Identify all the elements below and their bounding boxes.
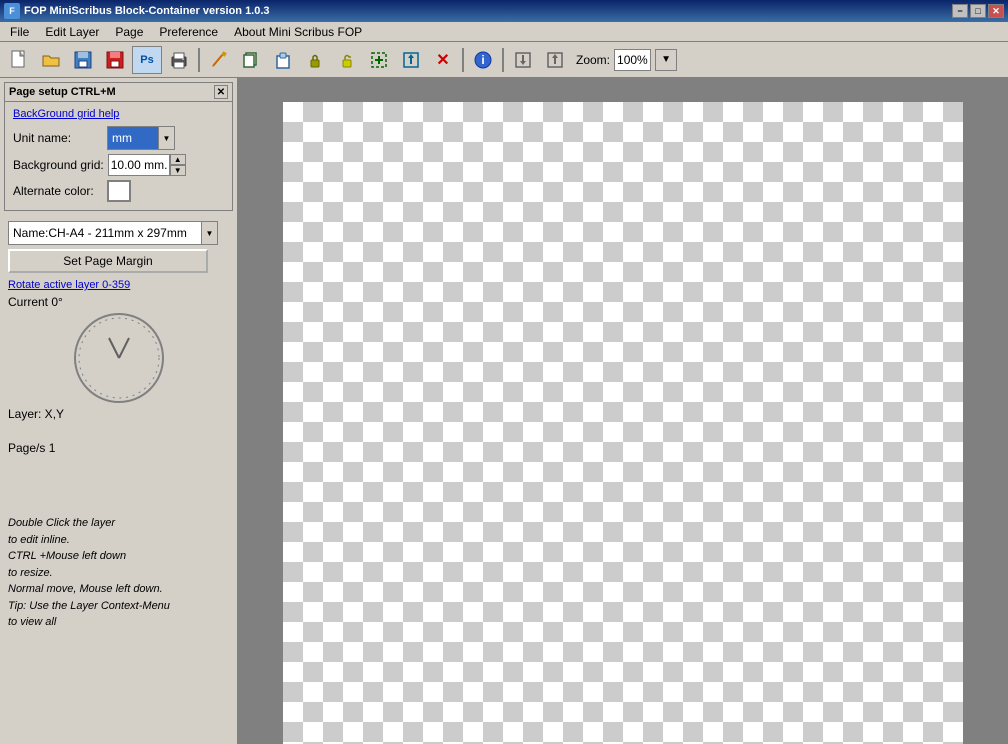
menu-about[interactable]: About Mini Scribus FOP [226, 22, 370, 41]
current-angle: Current 0° [8, 295, 229, 309]
alt-color-row: Alternate color: [13, 180, 224, 202]
alt-color-label: Alternate color: [13, 184, 103, 198]
menu-edit-layer[interactable]: Edit Layer [37, 22, 107, 41]
minimize-button[interactable]: − [952, 4, 968, 18]
photoshop-button[interactable]: Ps [132, 46, 162, 74]
unlock-button[interactable] [332, 46, 362, 74]
menu-bar: File Edit Layer Page Preference About Mi… [0, 22, 1008, 42]
help-text: Double Click the layer to edit inline. C… [8, 515, 229, 631]
rotation-dial[interactable] [74, 313, 164, 403]
bg-grid-down-button[interactable]: ▼ [170, 165, 186, 176]
zoom-control: Zoom: 100% 50% 75% 125% 150% 200% ▼ [576, 49, 677, 71]
panel-title-bar: Page setup CTRL+M ✕ [5, 83, 232, 102]
left-panel: Page setup CTRL+M ✕ BackGround grid help… [0, 78, 238, 744]
page-size-combo[interactable]: Name:CH-A4 - 211mm x 297mm ▼ [8, 221, 218, 245]
canvas-wrapper [238, 78, 1008, 744]
separator-1 [198, 48, 200, 72]
bg-grid-input[interactable] [108, 154, 170, 176]
bg-grid-up-button[interactable]: ▲ [170, 154, 186, 165]
zoom-label: Zoom: [576, 53, 610, 67]
bg-grid-spinner: ▲ ▼ [170, 154, 186, 176]
paste-button[interactable] [268, 46, 298, 74]
menu-page[interactable]: Page [107, 22, 151, 41]
export2-button[interactable] [540, 46, 570, 74]
unit-row: Unit name: mm ▼ [13, 126, 224, 150]
rotate-layer-link[interactable]: Rotate active layer 0-359 [8, 277, 229, 293]
unit-combo-arrow[interactable]: ▼ [158, 127, 174, 149]
panel-title: Page setup CTRL+M [9, 86, 116, 98]
layer-xy: Layer: X,Y [8, 407, 229, 421]
delete-button[interactable]: ✕ [428, 46, 458, 74]
info-button[interactable]: i [468, 46, 498, 74]
separator-2 [462, 48, 464, 72]
import-button[interactable] [508, 46, 538, 74]
canvas-scroll-area[interactable] [238, 78, 1008, 744]
page-size-combo-arrow[interactable]: ▼ [201, 222, 217, 244]
pages-section: Page/s 1 [8, 441, 229, 455]
print-button[interactable] [164, 46, 194, 74]
panel-close-button[interactable]: ✕ [214, 85, 228, 99]
page-size-value: Name:CH-A4 - 211mm x 297mm [9, 222, 201, 244]
alt-color-swatch[interactable] [107, 180, 131, 202]
add-frame-button[interactable] [364, 46, 394, 74]
unit-value: mm [108, 127, 158, 149]
draw-button[interactable] [204, 46, 234, 74]
lock-button[interactable] [300, 46, 330, 74]
title-bar: F FOP MiniScribus Block-Container versio… [0, 0, 1008, 22]
copy-button[interactable] [236, 46, 266, 74]
bg-grid-help-link[interactable]: BackGround grid help [13, 106, 224, 122]
svg-text:i: i [481, 53, 484, 67]
dial-ticks-svg [74, 313, 164, 403]
zoom-down-button[interactable]: ▼ [655, 49, 677, 71]
menu-file[interactable]: File [2, 22, 37, 41]
export-button[interactable] [396, 46, 426, 74]
bg-grid-row: Background grid: ▲ ▼ [13, 154, 224, 176]
new-button[interactable] [4, 46, 34, 74]
save-button[interactable] [68, 46, 98, 74]
title-bar-controls[interactable]: − □ ✕ [952, 4, 1004, 18]
page-size-section: Name:CH-A4 - 211mm x 297mm ▼ Set Page Ma… [0, 215, 237, 633]
separator-3 [502, 48, 504, 72]
main-layout: Page setup CTRL+M ✕ BackGround grid help… [0, 78, 1008, 744]
bg-grid-input-group: ▲ ▼ [108, 154, 186, 176]
toolbar: Ps ✕ i Zoom: [0, 42, 1008, 78]
unit-combo[interactable]: mm ▼ [107, 126, 175, 150]
close-button[interactable]: ✕ [988, 4, 1004, 18]
panel-body: BackGround grid help Unit name: mm ▼ Bac… [5, 102, 232, 210]
canvas-area [238, 78, 1008, 744]
set-page-margin-button[interactable]: Set Page Margin [8, 249, 208, 273]
zoom-select[interactable]: 100% 50% 75% 125% 150% 200% [614, 49, 651, 71]
save-red-button[interactable] [100, 46, 130, 74]
help-text-section: Double Click the layer to edit inline. C… [8, 515, 229, 631]
app-title: FOP MiniScribus Block-Container version … [24, 5, 270, 17]
unit-label: Unit name: [13, 131, 103, 145]
open-button[interactable] [36, 46, 66, 74]
bg-grid-label: Background grid: [13, 158, 104, 172]
maximize-button[interactable]: □ [970, 4, 986, 18]
app-icon: F [4, 3, 20, 19]
page-setup-panel: Page setup CTRL+M ✕ BackGround grid help… [4, 82, 233, 211]
menu-preference[interactable]: Preference [151, 22, 226, 41]
canvas-page [283, 102, 963, 744]
title-bar-left: F FOP MiniScribus Block-Container versio… [4, 3, 270, 19]
pages-info: Page/s 1 [8, 441, 229, 455]
